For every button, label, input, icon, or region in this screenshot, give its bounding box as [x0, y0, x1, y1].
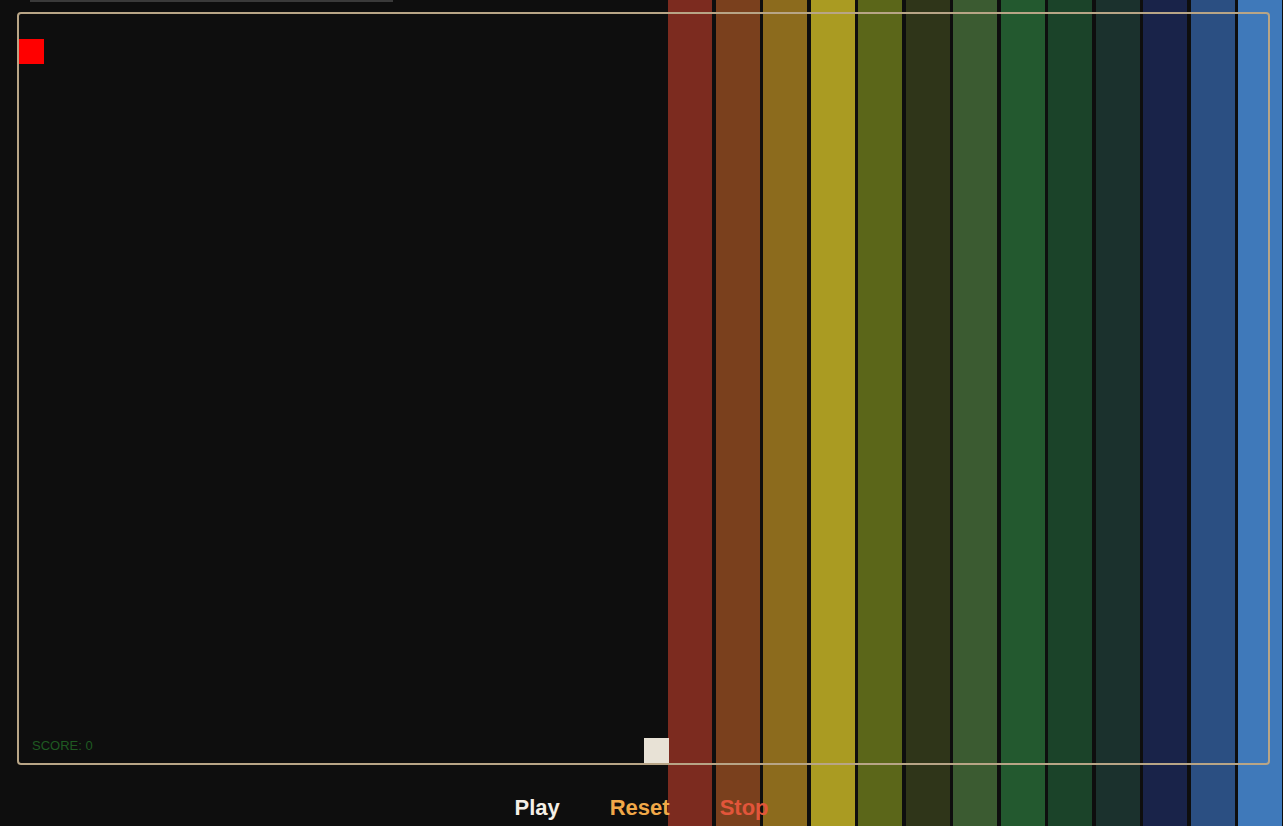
- red-block: [19, 39, 44, 64]
- score-label: SCORE: 0: [32, 738, 93, 753]
- top-line: [30, 0, 393, 2]
- stripe: [716, 0, 760, 826]
- stripe: [763, 0, 807, 826]
- stripe: [1238, 0, 1282, 826]
- stripe: [1001, 0, 1045, 826]
- stripe: [668, 0, 712, 826]
- stripe: [858, 0, 902, 826]
- stripe: [953, 0, 997, 826]
- stripe: [811, 0, 855, 826]
- stripe: [1191, 0, 1235, 826]
- stripe: [906, 0, 950, 826]
- stripe: [1143, 0, 1187, 826]
- game-canvas[interactable]: SCORE: 0: [17, 12, 1270, 765]
- control-button[interactable]: Play: [512, 795, 561, 821]
- controls: Play Reset Stop: [0, 795, 1283, 821]
- player-block[interactable]: [644, 738, 669, 763]
- control-button[interactable]: Stop: [718, 795, 771, 821]
- stripe-background: [668, 0, 1282, 826]
- control-button[interactable]: Reset: [608, 795, 672, 821]
- stripe: [1096, 0, 1140, 826]
- stripe: [1048, 0, 1092, 826]
- game-screen: SCORE: 0 Play Reset Stop: [0, 0, 1283, 826]
